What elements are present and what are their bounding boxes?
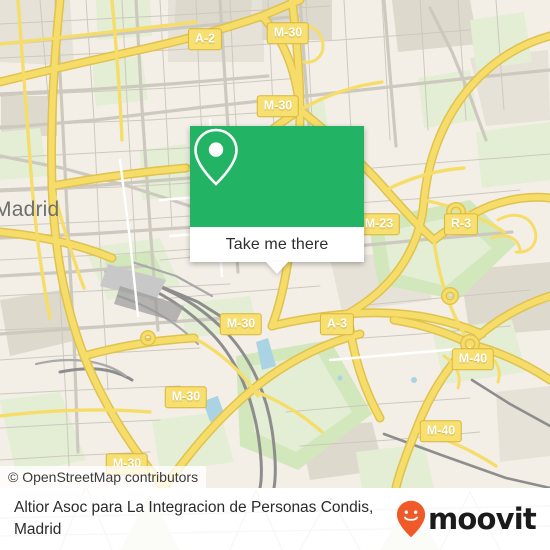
take-me-there-button[interactable]: Take me there (226, 236, 329, 254)
road-shield: M-40 (451, 348, 495, 370)
map-canvas[interactable]: .pk{fill:#d2e7bb} .pk2{fill:#e3eed5} .bl… (0, 0, 550, 488)
popup-card-header (190, 126, 364, 227)
road-shield: M-23 (357, 213, 401, 235)
moovit-logo[interactable]: moovit (396, 500, 537, 538)
popup-card-tail (266, 262, 288, 274)
map-city-label: Madrid (0, 198, 60, 221)
moovit-smiley-pin-icon (396, 500, 426, 538)
footer-content: Altior Asoc para La Integracion de Perso… (0, 488, 550, 550)
road-shield: A-2 (187, 28, 223, 50)
place-name: Altior Asoc para La Integracion de Perso… (14, 499, 374, 538)
road-shield: A-3 (319, 313, 355, 335)
road-shield: R-3 (443, 213, 479, 235)
map-screenshot: .pk{fill:#d2e7bb} .pk2{fill:#e3eed5} .bl… (0, 0, 550, 550)
popup-card-footer[interactable]: Take me there (190, 227, 364, 262)
moovit-wordmark: moovit (428, 501, 537, 536)
road-shield: M-30 (266, 22, 310, 44)
road-shield: M-40 (419, 420, 463, 442)
road-shield: M-30 (256, 95, 300, 117)
osm-attribution[interactable]: © OpenStreetMap contributors (0, 466, 207, 488)
road-shield: M-30 (164, 386, 208, 408)
place-popup-card[interactable]: Take me there (190, 126, 364, 274)
page-footer: Altior Asoc para La Integracion de Perso… (0, 488, 550, 550)
road-shield: M-30 (219, 313, 263, 335)
